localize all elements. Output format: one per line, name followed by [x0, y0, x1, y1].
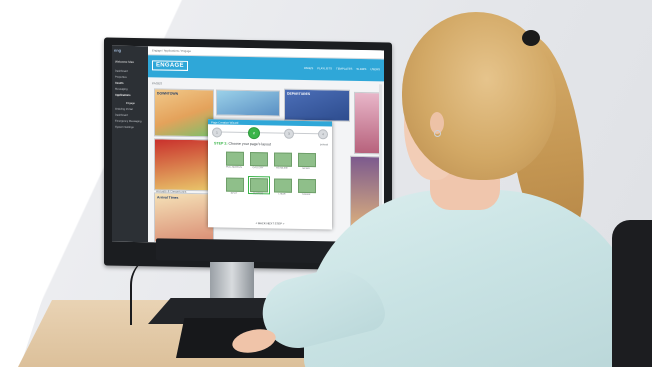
- sidebar-item[interactable]: Emergency Messaging: [115, 120, 145, 125]
- layout-label: HEADLINE: [276, 166, 288, 170]
- photo-scene: eng Welcome Max Dashboard Properties Ass…: [0, 0, 652, 367]
- layout-option[interactable]: [298, 178, 316, 194]
- page-tile[interactable]: [354, 91, 382, 155]
- speaker-bar: [156, 238, 350, 264]
- sidebar-item[interactable]: Assets: [115, 82, 145, 87]
- breadcrumb: Engage / Applications / Engage: [152, 48, 191, 54]
- wizard-step[interactable]: 1: [212, 127, 222, 138]
- sidebar-item[interactable]: Dashboard: [115, 70, 145, 75]
- wizard-title: STEP 2: Choose your page's layout: [214, 141, 271, 146]
- nav-playlists[interactable]: PLAYLISTS: [317, 66, 332, 70]
- layout-label: GALLERY: [252, 166, 264, 170]
- page-tile[interactable]: [154, 138, 214, 192]
- layout-label: FULLSCREEN: [226, 165, 242, 169]
- sidebar-section-label: Engage: [126, 101, 135, 106]
- office-chair: [612, 220, 652, 367]
- layout-label: NEWS: [302, 166, 310, 171]
- tile-title: DOWNTOWN: [157, 91, 179, 96]
- layout-label: SPLIT: [230, 191, 238, 195]
- layout-option[interactable]: [274, 178, 292, 193]
- wizard-step[interactable]: 3: [284, 128, 294, 139]
- brand-logo: ENGAGE: [152, 60, 188, 71]
- brand-bar: ENGAGE PAGES PLAYLISTS TEMPLATES SLIDES …: [148, 55, 384, 82]
- nav-slides[interactable]: SLIDES: [356, 67, 366, 71]
- layout-label: L-BAR: [278, 192, 286, 196]
- page-label: PAGES: [152, 81, 163, 86]
- layout-option-selected[interactable]: [248, 175, 270, 195]
- page-tile[interactable]: DEPARTURES: [284, 88, 350, 122]
- sidebar-item[interactable]: Applications: [115, 94, 145, 99]
- layout-option[interactable]: [226, 151, 244, 166]
- nav-pages[interactable]: PAGES: [304, 66, 313, 70]
- page-wizard-modal: Page Creation Wizard 1 2 3 4 STEP 2: Cho…: [208, 119, 332, 230]
- tile-title: DEPARTURES: [287, 91, 311, 97]
- hair-tie: [522, 30, 540, 46]
- sidebar-item[interactable]: Messaging: [115, 88, 145, 93]
- page-tile[interactable]: [216, 89, 280, 117]
- nav-users[interactable]: USERS: [370, 67, 380, 71]
- wizard-step[interactable]: 4: [318, 129, 328, 140]
- layout-label: TICKER: [301, 192, 311, 197]
- brand-nav: PAGES PLAYLISTS TEMPLATES SLIDES USERS: [304, 66, 380, 71]
- tile-title: Arrival Times: [157, 195, 179, 200]
- sidebar-logo: eng: [114, 47, 122, 53]
- wizard-header: Page Creation Wizard: [208, 119, 332, 127]
- earring: [434, 130, 441, 137]
- wizard-header-title: Page Creation Wizard: [211, 119, 239, 125]
- wizard-step-track: [214, 131, 326, 135]
- sidebar-item[interactable]: Dashboard: [115, 114, 145, 119]
- nav-templates[interactable]: TEMPLATES: [336, 67, 352, 71]
- layout-grid: FULLSCREEN GALLERY HEADLINE NEWS SPLIT C…: [220, 151, 320, 214]
- layout-label: CUSTOM: [252, 192, 264, 196]
- layout-option[interactable]: [250, 152, 268, 167]
- sidebar-user-label: Welcome Max: [115, 59, 134, 65]
- wizard-step-active[interactable]: 2: [248, 127, 260, 140]
- monitor-screen: eng Welcome Max Dashboard Properties Ass…: [112, 45, 384, 247]
- layout-option[interactable]: [274, 152, 292, 167]
- wizard-step-prefix: STEP 2:: [214, 141, 228, 146]
- layout-option[interactable]: [226, 177, 244, 192]
- orientation-toggle[interactable]: portrait: [320, 143, 328, 146]
- wizard-step-title: Choose your page's layout: [228, 141, 271, 147]
- sidebar-item[interactable]: System Settings: [115, 126, 145, 131]
- layout-option[interactable]: [298, 152, 316, 168]
- page-tile[interactable]: Arrival Times: [154, 192, 214, 244]
- sidebar-item[interactable]: Properties: [115, 76, 145, 81]
- sidebar-item[interactable]: Ordering Portal: [115, 108, 145, 113]
- page-tile[interactable]: DOWNTOWN: [154, 88, 214, 138]
- wizard-footer-nav[interactable]: < BACK NEXT STEP >: [208, 220, 332, 226]
- app-sidebar: eng Welcome Max Dashboard Properties Ass…: [112, 45, 148, 243]
